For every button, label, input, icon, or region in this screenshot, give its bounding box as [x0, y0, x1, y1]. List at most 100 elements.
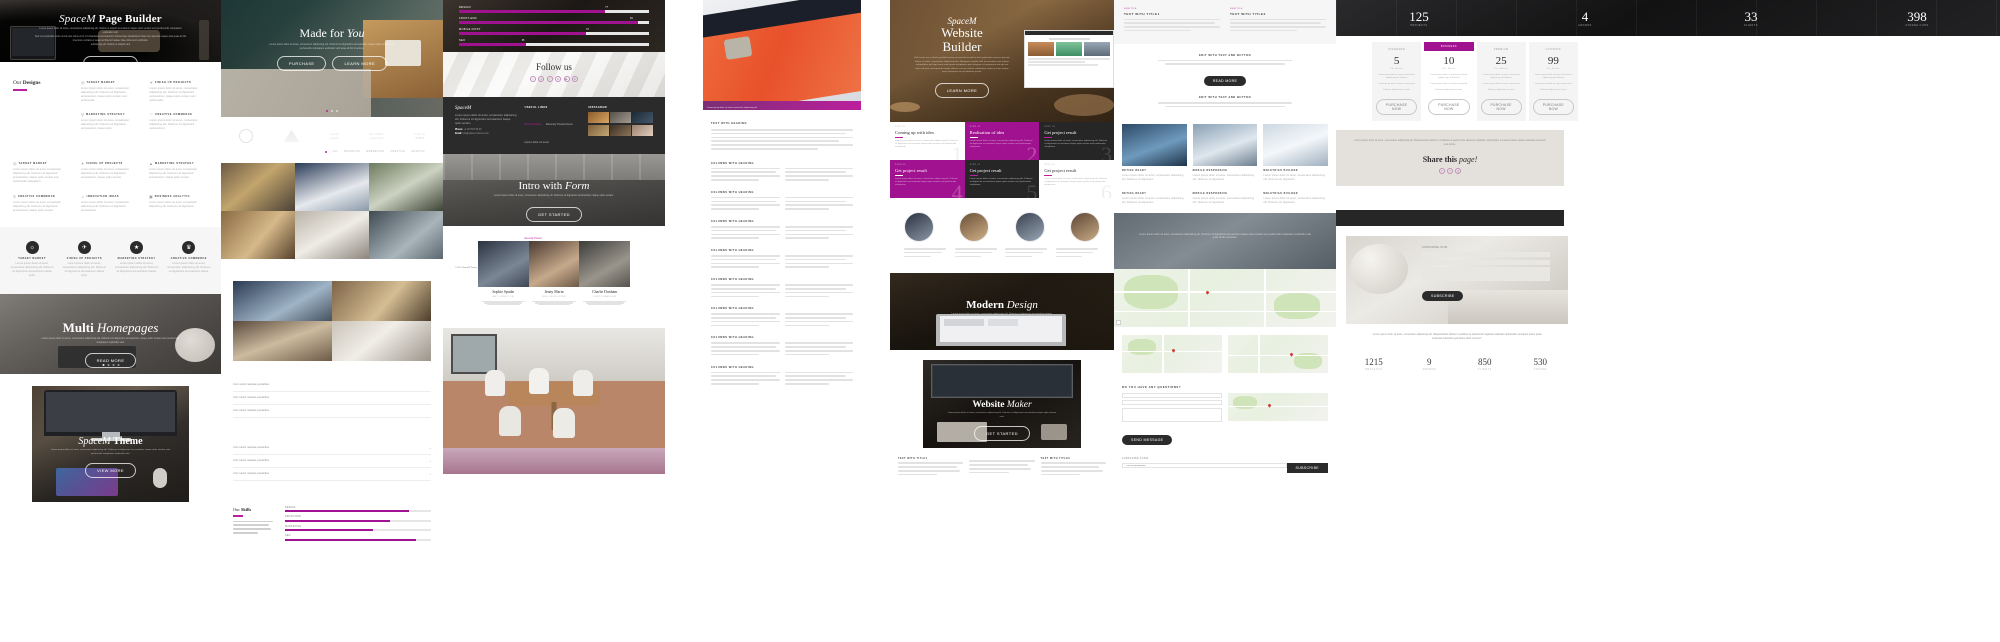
- counter-label: Awards: [1578, 24, 1592, 27]
- contact-message-input[interactable]: [1122, 407, 1222, 422]
- counter-item: 530 Coffee: [1513, 358, 1569, 372]
- purchase-button[interactable]: Purchase: [277, 56, 327, 72]
- contact-name-input[interactable]: [1122, 392, 1222, 398]
- plan-feature: Lorem ipsum dolor sit amet consectetur a…: [1430, 74, 1468, 80]
- gallery-thumb[interactable]: [295, 211, 369, 259]
- accordion-item[interactable]: Cum sociis natoque penatibus: [233, 379, 431, 393]
- gallery-thumb[interactable]: [295, 163, 369, 211]
- linkedin-icon[interactable]: in: [555, 76, 562, 82]
- section-dark-strip: [1336, 210, 1564, 226]
- section-share-page: Lorem ipsum dolor sit amet, consectetur …: [1336, 130, 1564, 187]
- instagram-thumb[interactable]: [632, 112, 653, 123]
- plan-amount: 5: [1393, 55, 1400, 67]
- gallery-thumb[interactable]: [369, 163, 443, 211]
- accordion-item[interactable]: Cum sociis natoque penatibus: [233, 392, 431, 406]
- gallery-filter[interactable]: Webdesign: [366, 150, 384, 153]
- subscribe-email-input[interactable]: [1122, 463, 1287, 469]
- section-map[interactable]: [1114, 268, 1336, 327]
- feature-item: ◎ Target Market Lorem ipsum dolor sit am…: [81, 80, 130, 103]
- twitter-icon[interactable]: t: [1447, 168, 1453, 175]
- accordion-item[interactable]: Cum sociis natoque penatibus: [233, 405, 431, 419]
- subscribe-name-input[interactable]: [1422, 252, 1550, 257]
- plus-icon[interactable]: +: [429, 459, 431, 463]
- gallery-thumb[interactable]: [332, 281, 431, 321]
- carousel-dot[interactable]: [326, 110, 328, 112]
- gallery-thumb[interactable]: [369, 211, 443, 259]
- dribbble-icon[interactable]: ●: [571, 76, 578, 82]
- intro-subtitle: Lorem ipsum dolor sit amet, consectetur …: [494, 195, 614, 197]
- step-card: Step 01 Coming up with idea Lorem ipsum …: [890, 122, 965, 160]
- team-role: Web Developer: [541, 295, 567, 298]
- toggle-item[interactable]: Cum sociis natoque penatibus +: [233, 442, 431, 456]
- hero3-subtitle: Lorem ipsum dolor sit amet, consectetur …: [50, 449, 171, 455]
- instagram-thumb[interactable]: [632, 124, 653, 136]
- progress-label: Mobile First: [459, 27, 481, 31]
- hero-cta-button[interactable]: Learn More: [934, 83, 990, 99]
- instagram-thumb[interactable]: [588, 124, 609, 136]
- purchase-button[interactable]: Purchase Now: [1428, 99, 1470, 116]
- team-name: Sophie Spadie: [492, 290, 515, 294]
- gallery-filter[interactable]: Creative: [390, 150, 405, 153]
- gallery-filter[interactable]: Graphic: [411, 150, 425, 153]
- feature-card: Retina ready Lorem ipsum dolor sit amet,…: [1122, 123, 1187, 182]
- step-title: Get project result: [1044, 167, 1077, 173]
- column-heading: Columns with heading: [711, 365, 754, 369]
- youtube-icon[interactable]: ▶: [563, 76, 570, 82]
- gallery-filter[interactable]: Branding: [344, 150, 360, 153]
- gallery-thumb[interactable]: [221, 163, 295, 211]
- section-feature-cards-2: Retina ready Lorem ipsum dolor sit amet,…: [1114, 185, 1336, 213]
- subscribe-button[interactable]: Subscribe: [1286, 463, 1328, 474]
- gallery-thumb[interactable]: [233, 281, 332, 321]
- plan-name: Premium: [1493, 48, 1509, 51]
- toggle-item[interactable]: Cum sociis natoque penatibus +: [233, 455, 431, 469]
- subscribe-button[interactable]: Subscribe: [1422, 291, 1464, 301]
- facebook-icon[interactable]: f: [546, 76, 553, 82]
- section-our-skills: Our Skills Design Front-End Marketi: [221, 485, 443, 555]
- instagram-thumb[interactable]: [610, 124, 631, 136]
- purchase-button[interactable]: Purchase Now: [1532, 99, 1574, 116]
- maker-cta-button[interactable]: Get Started: [974, 425, 1030, 441]
- section-interior-photo: [443, 328, 665, 475]
- gallery-thumb[interactable]: [221, 211, 295, 259]
- gallery-filter[interactable]: All: [333, 150, 338, 153]
- text-block: Subtitle Text with title2: [1230, 8, 1326, 34]
- subscribe-message-input[interactable]: [1422, 267, 1550, 281]
- learn-more-button[interactable]: Learn More: [332, 56, 387, 72]
- carousel-dot[interactable]: [102, 364, 104, 367]
- purchase-button[interactable]: Purchase Now: [1480, 99, 1522, 116]
- carousel-dot[interactable]: [331, 110, 333, 112]
- carousel-dot[interactable]: [117, 364, 119, 367]
- read-more-button[interactable]: Read More: [1203, 76, 1247, 86]
- send-message-button[interactable]: Send Message: [1122, 435, 1173, 446]
- map-thumb[interactable]: [1122, 334, 1222, 373]
- map-thumb[interactable]: [1228, 334, 1328, 373]
- purchase-button[interactable]: Purchase Now: [1376, 99, 1418, 116]
- feature-item: ⚲ Marketing Strategy Lorem ipsum dolor s…: [81, 112, 130, 131]
- map-zoom-control[interactable]: [1116, 319, 1121, 325]
- hero-cta-button[interactable]: Learn More: [83, 55, 138, 62]
- instagram-thumb[interactable]: [610, 112, 631, 123]
- plus-icon[interactable]: +: [429, 446, 431, 450]
- carousel-dot[interactable]: [336, 110, 338, 112]
- intro-cta-button[interactable]: Get Started: [526, 206, 582, 222]
- subscribe-email-input[interactable]: [1422, 259, 1550, 265]
- hero-subtitle: Lorem ipsum dolor sit amet, consectetur …: [269, 44, 395, 50]
- hero3-cta-button[interactable]: View More: [85, 463, 136, 479]
- facebook-icon[interactable]: f: [1438, 168, 1445, 175]
- pinterest-icon[interactable]: p: [538, 76, 545, 82]
- plus-icon[interactable]: +: [429, 472, 431, 476]
- footer-brand: SpaceM: [455, 106, 472, 111]
- carousel-dot[interactable]: [112, 364, 114, 367]
- contact-map[interactable]: [1228, 392, 1328, 421]
- section-avatars: [890, 198, 1114, 274]
- gallery-thumb[interactable]: [233, 321, 332, 361]
- google-plus-icon[interactable]: g: [1455, 168, 1462, 175]
- footer-link[interactable]: Recently Posted lorem ipsum dolor sit am…: [525, 123, 573, 144]
- toggle-item[interactable]: Cum sociis natoque penatibus +: [233, 468, 431, 482]
- carousel-dot[interactable]: [107, 364, 109, 367]
- contact-email-input[interactable]: [1122, 400, 1222, 406]
- progress-value: 35: [521, 39, 525, 43]
- twitter-icon[interactable]: t: [530, 76, 537, 82]
- gallery-thumb[interactable]: [332, 321, 431, 361]
- instagram-thumb[interactable]: [588, 112, 609, 123]
